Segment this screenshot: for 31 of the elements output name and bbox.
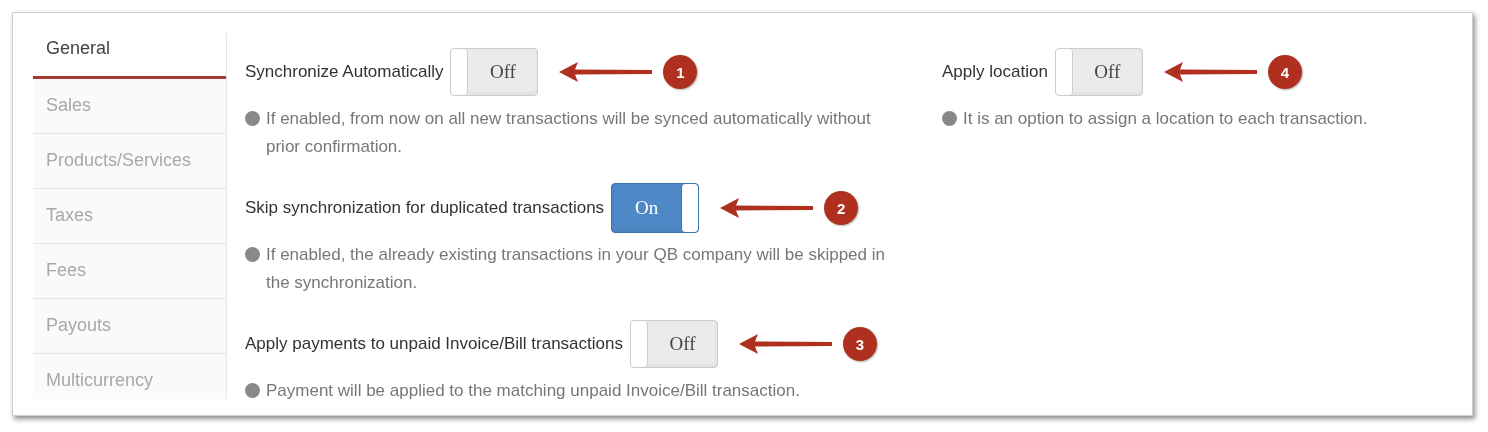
setting-label: Skip synchronization for duplicated transactions	[245, 198, 605, 218]
info-icon	[245, 383, 260, 398]
hint-text: If enabled, from now on all new transactions will be synced automatically without prior confirmation.	[266, 108, 872, 158]
arrow-icon	[558, 60, 654, 84]
info-icon	[245, 111, 260, 126]
sidebar-tab[interactable]: Payouts	[33, 299, 226, 354]
setting-label: Apply location	[942, 62, 1048, 82]
sidebar-tab[interactable]: Taxes	[33, 189, 226, 244]
sidebar-tab[interactable]: Fees	[33, 244, 226, 299]
sidebar-tab[interactable]: Products/Services	[33, 134, 226, 189]
hint-text: Payment will be applied to the matching unpaid Invoice/Bill transaction.	[266, 380, 800, 402]
sidebar-tab[interactable]: General	[33, 33, 226, 79]
arrow-icon	[738, 332, 833, 356]
hint-text: It is an option to assign a location to each transaction.	[963, 108, 1368, 130]
callout-number: 1	[663, 55, 698, 89]
info-icon	[942, 111, 957, 126]
toggle-switch[interactable]: Off	[1054, 48, 1143, 96]
arrow-icon	[719, 196, 815, 220]
callout-number: 3	[843, 327, 877, 361]
callout-number: 4	[1267, 55, 1302, 89]
toggle-switch[interactable]: Off	[630, 320, 718, 368]
toggle-switch[interactable]: On	[611, 183, 700, 233]
info-icon	[245, 247, 260, 262]
hint-text: If enabled, the already existing transactions in your QB company will be skipped in the synchronization.	[266, 244, 886, 294]
setting-label: Synchronize Automatically	[245, 62, 444, 82]
sidebar-tab[interactable]: Sales	[33, 79, 226, 134]
setting-label: Apply payments to unpaid Invoice/Bill transactions	[245, 334, 623, 354]
callout-number: 2	[824, 191, 859, 225]
sidebar-tab[interactable]: Multicurrency	[33, 354, 226, 399]
arrow-icon	[1162, 60, 1258, 84]
toggle-switch[interactable]: Off	[450, 48, 539, 96]
